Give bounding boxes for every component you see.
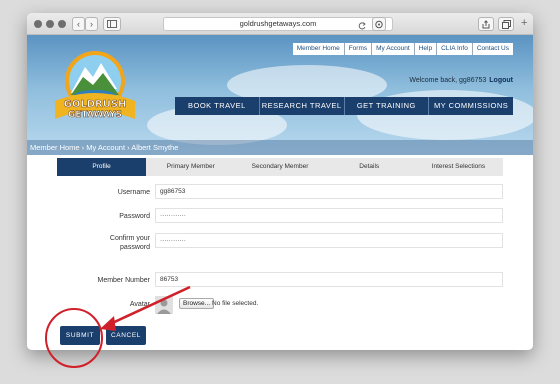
browser-window: ‹ › goldrushgetaways.com + GOLDRUSH GETA… [27,13,533,350]
shield-icon[interactable] [372,17,386,31]
submit-button[interactable]: SUBMIT [60,326,100,345]
confirm-password-label: Confirm your password [110,234,150,252]
forward-button[interactable]: › [85,17,98,31]
share-icon[interactable] [478,17,494,31]
top-link-help[interactable]: Help [413,43,436,55]
profile-tabs: Profile Primary Member Secondary Member … [57,158,503,176]
close-window-icon[interactable] [34,20,42,28]
browse-button[interactable]: Browse... [179,298,215,309]
minimize-window-icon[interactable] [46,20,54,28]
logout-link[interactable]: Logout [489,77,513,84]
no-file-text: No file selected. [212,300,259,307]
nav-get-training[interactable]: GET TRAINING [343,97,429,115]
top-link-forms[interactable]: Forms [343,43,371,55]
tab-secondary-member[interactable]: Secondary Member [235,158,324,176]
url-text: goldrushgetaways.com [239,19,317,28]
welcome-message: Welcome back, gg86753 Logout [409,77,513,84]
member-number-field[interactable]: 86753 [155,272,503,287]
top-link-clia-info[interactable]: CLIA Info [436,43,472,55]
tab-interest-selections[interactable]: Interest Selections [414,158,503,176]
password-label: Password [119,213,150,220]
username-field[interactable]: gg86753 [155,184,503,199]
goldrush-getaways-logo[interactable]: GOLDRUSH GETAWAYS [49,49,145,123]
tab-details[interactable]: Details [325,158,414,176]
main-nav: BOOK TRAVEL RESEARCH TRAVEL GET TRAINING… [175,97,513,115]
confirm-label-line1: Confirm your [109,235,150,242]
tab-primary-member[interactable]: Primary Member [146,158,235,176]
password-field[interactable]: ············ [155,208,503,223]
zoom-window-icon[interactable] [58,20,66,28]
welcome-text: Welcome back, gg86753 [409,77,487,84]
nav-book-travel[interactable]: BOOK TRAVEL [175,97,259,115]
profile-form-area: Profile Primary Member Secondary Member … [27,155,533,350]
breadcrumb: Member Home › My Account › Albert Smythe [27,140,533,155]
nav-my-commissions[interactable]: MY COMMISSIONS [428,97,513,115]
avatar-placeholder-icon [155,296,173,314]
tabs-icon[interactable] [498,17,514,31]
back-button[interactable]: ‹ [72,17,85,31]
top-link-member-home[interactable]: Member Home [293,43,344,55]
top-links: Member Home Forms My Account Help CLIA I… [292,43,513,55]
new-tab-button[interactable]: + [521,17,527,29]
confirm-password-field[interactable]: ············ [155,233,503,248]
cancel-button[interactable]: CANCEL [106,326,146,345]
username-label: Username [117,189,150,196]
top-link-contact-us[interactable]: Contact Us [471,43,513,55]
logo-text-getaways: GETAWAYS [68,110,122,120]
sidebar-toggle-icon[interactable] [103,17,121,31]
nav-research-travel[interactable]: RESEARCH TRAVEL [258,97,344,115]
member-number-label: Member Number [97,277,150,284]
tab-profile[interactable]: Profile [57,158,147,176]
confirm-label-line2: password [120,244,150,251]
avatar-label: Avatar [129,301,150,308]
reload-icon[interactable] [357,18,367,36]
site-header: GOLDRUSH GETAWAYS Member Home Forms My A… [27,35,533,155]
logo-text-goldrush: GOLDRUSH [64,99,127,110]
browser-toolbar: ‹ › goldrushgetaways.com + [27,13,533,35]
top-link-my-account[interactable]: My Account [371,43,414,55]
